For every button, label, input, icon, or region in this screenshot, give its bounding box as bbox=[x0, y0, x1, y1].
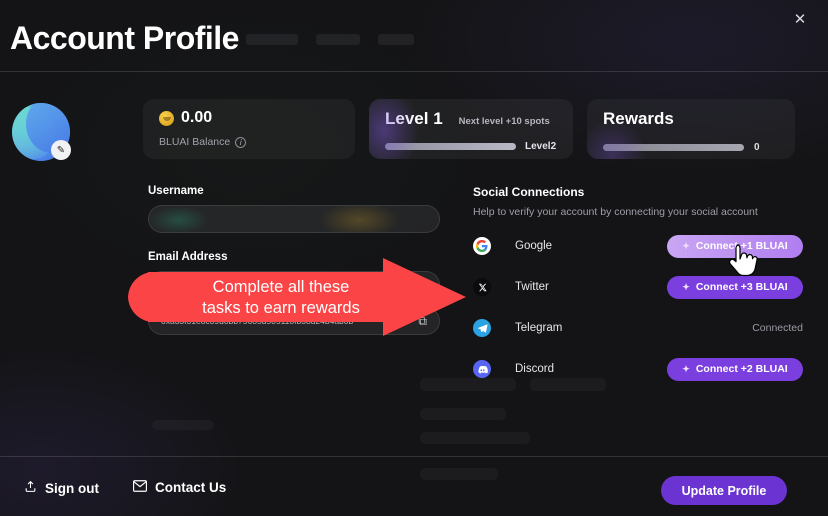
contact-us-button[interactable]: Contact Us bbox=[133, 480, 226, 495]
social-row-discord: Discord ✦ Connect +2 BLUAI bbox=[473, 356, 803, 382]
balance-amount: 0.00 bbox=[181, 109, 213, 126]
social-name-discord: Discord bbox=[515, 363, 554, 375]
background-placeholder bbox=[420, 378, 516, 391]
social-name-telegram: Telegram bbox=[515, 322, 563, 334]
annotation-text: Complete all these tasks to earn rewards bbox=[166, 277, 396, 319]
username-label: Username bbox=[148, 185, 204, 197]
account-profile-dialog: Account Profile ✕ ✎ 0.00 BLUAI Balance i… bbox=[0, 0, 828, 516]
update-profile-button[interactable]: Update Profile bbox=[661, 476, 787, 505]
footer-bar: Sign out Contact Us Update Profile bbox=[0, 472, 828, 516]
rewards-card: Rewards 0 bbox=[587, 99, 795, 159]
level-title: Level 1 bbox=[385, 109, 443, 128]
annotation-arrow: Complete all these tasks to earn rewards bbox=[128, 258, 466, 336]
background-placeholder bbox=[420, 432, 530, 444]
sign-out-button[interactable]: Sign out bbox=[24, 480, 99, 496]
sparkle-icon: ✦ bbox=[682, 240, 690, 251]
connect-twitter-label: Connect +3 BLUAI bbox=[695, 281, 788, 293]
level-card: Level 1 Next level +10 spots Level2 bbox=[369, 99, 573, 159]
rewards-count: 0 bbox=[754, 142, 760, 153]
username-input[interactable] bbox=[148, 205, 440, 233]
pointer-hand-cursor bbox=[728, 243, 758, 281]
balance-label: BLUAI Balance bbox=[159, 136, 231, 148]
social-connections: Social Connections Help to verify your a… bbox=[473, 185, 803, 382]
social-name-google: Google bbox=[515, 240, 553, 252]
info-icon[interactable]: i bbox=[235, 136, 247, 148]
level-progress-bar bbox=[385, 143, 516, 150]
discord-icon bbox=[473, 360, 491, 378]
sparkle-icon: ✦ bbox=[682, 363, 690, 374]
background-placeholder bbox=[152, 420, 214, 430]
pencil-icon[interactable]: ✎ bbox=[51, 140, 71, 160]
background-placeholder bbox=[420, 408, 506, 420]
annotation-line-1: Complete all these bbox=[212, 278, 350, 296]
header-divider bbox=[0, 71, 828, 72]
social-name-twitter: Twitter bbox=[515, 281, 549, 293]
stat-cards: 0.00 BLUAI Balance i Level 1 Next level … bbox=[143, 99, 795, 159]
connect-discord-button[interactable]: ✦ Connect +2 BLUAI bbox=[667, 357, 803, 381]
sign-out-label: Sign out bbox=[45, 480, 99, 496]
balance-card: 0.00 BLUAI Balance i bbox=[143, 99, 355, 159]
social-subtitle: Help to verify your account by connectin… bbox=[473, 206, 758, 218]
connect-discord-label: Connect +2 BLUAI bbox=[695, 363, 788, 375]
upload-icon bbox=[24, 480, 37, 496]
annotation-line-2: tasks to earn rewards bbox=[202, 299, 360, 317]
header-ghost-items bbox=[246, 34, 414, 45]
background-placeholder bbox=[530, 378, 606, 391]
avatar[interactable]: ✎ bbox=[12, 103, 71, 161]
level-next-label: Level2 bbox=[525, 141, 557, 152]
x-twitter-icon bbox=[473, 278, 491, 296]
social-title: Social Connections bbox=[473, 185, 585, 199]
coin-icon bbox=[159, 110, 174, 126]
rewards-progress-bar bbox=[603, 144, 744, 151]
page-title: Account Profile bbox=[10, 20, 239, 56]
close-icon[interactable]: ✕ bbox=[788, 7, 812, 31]
telegram-connected-status: Connected bbox=[752, 322, 803, 334]
level-next-text: Next level +10 spots bbox=[458, 116, 550, 127]
footer-divider bbox=[0, 456, 828, 457]
rewards-title: Rewards bbox=[603, 109, 674, 128]
social-row-telegram: Telegram Connected bbox=[473, 315, 803, 341]
sparkle-icon: ✦ bbox=[682, 281, 690, 292]
google-icon bbox=[473, 237, 491, 255]
contact-us-label: Contact Us bbox=[155, 480, 227, 495]
telegram-icon bbox=[473, 319, 491, 337]
envelope-icon bbox=[133, 480, 147, 495]
